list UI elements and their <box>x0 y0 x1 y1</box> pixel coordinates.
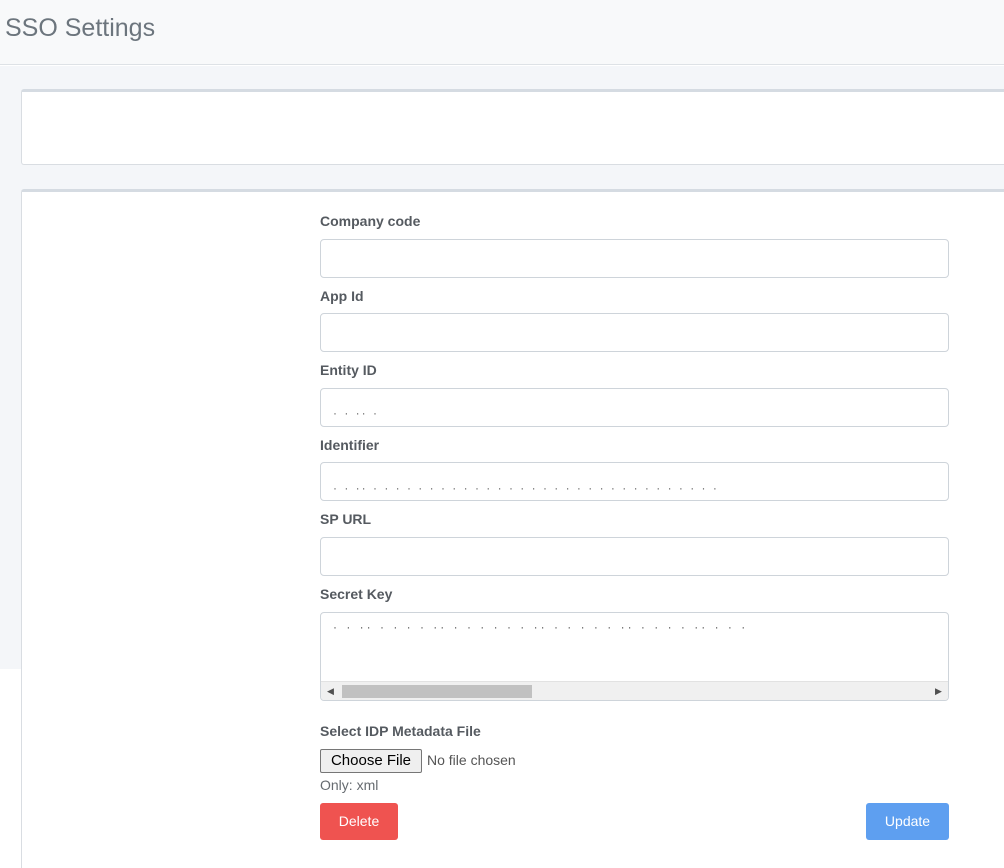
entity-id-input[interactable] <box>320 388 949 427</box>
page-header: SSO Settings <box>0 0 1004 65</box>
secret-key-obscured-value: · · ·· · · · · ·· · · · · · · ·· · · · ·… <box>333 625 933 629</box>
sp-url-input[interactable] <box>320 537 949 576</box>
idp-file-label: Select IDP Metadata File <box>320 723 481 739</box>
delete-button[interactable]: Delete <box>320 803 398 840</box>
triangle-left-icon[interactable]: ◀ <box>322 682 339 700</box>
entity-id-label: Entity ID <box>320 362 377 378</box>
app-id-label: App Id <box>320 288 364 304</box>
app-id-input[interactable] <box>320 313 949 352</box>
scrollbar-thumb[interactable] <box>342 685 532 698</box>
update-button[interactable]: Update <box>866 803 949 840</box>
secret-key-label: Secret Key <box>320 586 393 602</box>
identifier-input[interactable] <box>320 462 949 501</box>
file-status-text: No file chosen <box>427 752 516 768</box>
triangle-right-icon[interactable]: ▶ <box>930 682 947 700</box>
page-title: SSO Settings <box>5 14 156 42</box>
file-type-hint: Only: xml <box>320 777 379 793</box>
horizontal-scrollbar[interactable]: ◀ ▶ <box>321 681 948 700</box>
secret-key-textarea[interactable]: · · ·· · · · · ·· · · · · · · ·· · · · ·… <box>320 612 949 701</box>
entity-id-obscured-value: · · ·· · <box>333 412 393 415</box>
company-code-input[interactable] <box>320 239 949 278</box>
identifier-label: Identifier <box>320 437 380 453</box>
top-card <box>21 89 1004 165</box>
choose-file-button[interactable]: Choose File <box>320 749 422 773</box>
sso-settings-page: SSO Settings Company code App Id Entity … <box>0 0 1004 868</box>
identifier-obscured-value: · · ·· · · · · · · · · · · · · · · · · ·… <box>333 487 773 490</box>
sp-url-label: SP URL <box>320 511 372 527</box>
company-code-label: Company code <box>320 213 421 229</box>
